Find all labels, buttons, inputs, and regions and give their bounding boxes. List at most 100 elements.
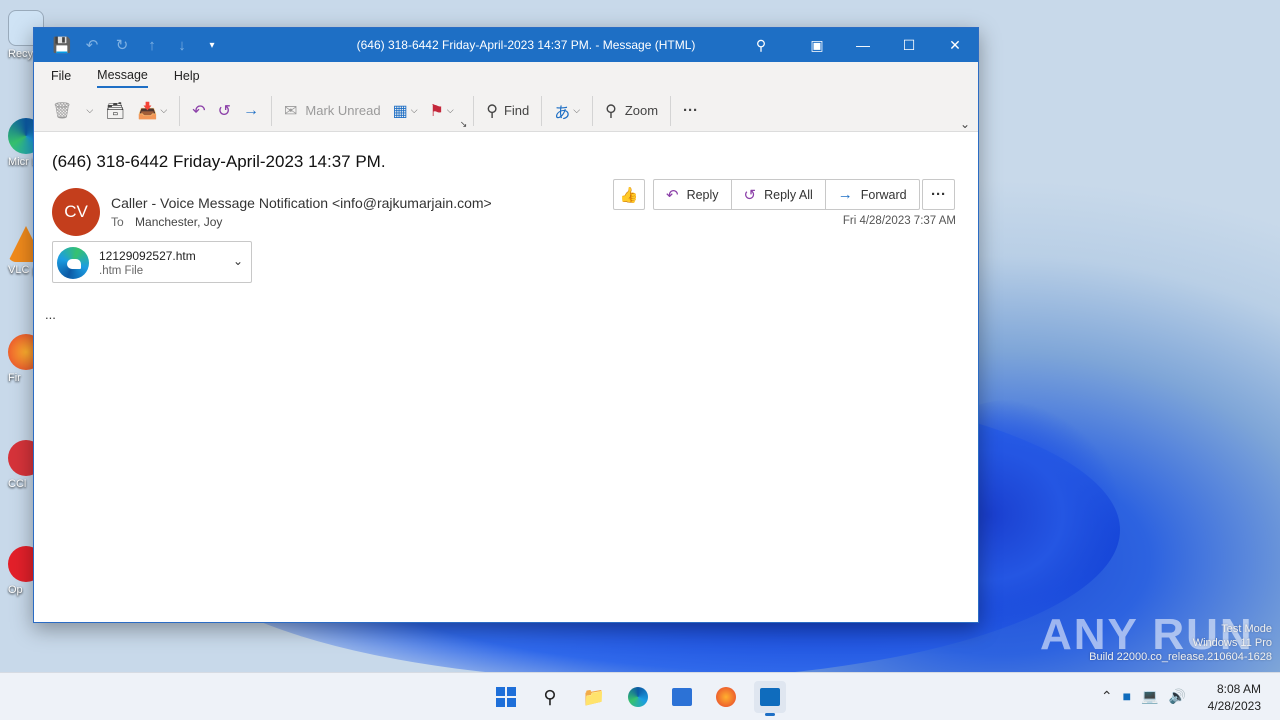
message-body: ...	[45, 307, 56, 322]
reply-all-button[interactable]: ↺ Reply All	[732, 180, 826, 209]
flag-button[interactable]: ⚑ ⌵	[424, 96, 460, 126]
attachment-card[interactable]: 12129092527.htm .htm File ⌄	[52, 241, 252, 283]
divider	[271, 95, 273, 126]
find-button[interactable]: ⚲ Find	[480, 96, 535, 126]
categorize-icon: ▦	[392, 102, 408, 120]
chevron-down-icon[interactable]: ⌵	[86, 105, 93, 116]
like-button[interactable]: 👍	[613, 179, 645, 210]
edge-icon	[628, 687, 648, 707]
archive-icon: 🗃	[105, 102, 126, 120]
taskbar-outlook[interactable]	[754, 681, 786, 716]
avatar[interactable]: CV	[52, 188, 100, 236]
message-date: Fri 4/28/2023 7:37 AM	[842, 215, 956, 227]
clock[interactable]: 8:08 AM 4/28/2023	[1208, 681, 1261, 715]
menu-bar: File Message Help	[34, 62, 978, 90]
chevron-down-icon: ⌵	[410, 105, 418, 115]
mark-unread-label: Mark Unread	[305, 103, 381, 118]
reply-icon: ↶	[192, 102, 206, 120]
forward-icon: →	[243, 101, 260, 119]
to-label: To	[111, 215, 124, 229]
dialog-launcher-icon[interactable]: ↘	[460, 117, 468, 131]
reply-all-icon: ↺	[217, 102, 232, 120]
taskbar-edge[interactable]	[622, 681, 654, 713]
system-tray: ⌃ ■ 💻 🔊	[1101, 688, 1186, 705]
folder-icon: 📁	[582, 686, 606, 707]
taskbar: ⚲ 📁 ⌃ ■ 💻 🔊 8:08 AM 4/28/2023	[0, 672, 1280, 720]
ribbon-reply-all-button[interactable]: ↺	[212, 96, 237, 126]
ribbon-toolbar: 🗑 ⌵ 🗃 📥 ⌵ ↶ ↺ → ✉ Mark Unread ▦ ⌵ ⚑ ⌵ ↘ …	[34, 90, 978, 132]
title-bar: 💾 ↶ ↻ ↑ ↓ ▾ (646) 318-6442 Friday-April-…	[34, 28, 978, 62]
taskbar-store[interactable]	[666, 681, 698, 713]
forward-label: Forward	[860, 187, 907, 202]
volume-icon[interactable]: 🔊	[1169, 688, 1186, 705]
recipient-name[interactable]: Manchester, Joy	[135, 215, 222, 229]
categorize-button[interactable]: ▦ ⌵	[387, 96, 424, 126]
menu-help[interactable]: Help	[174, 65, 200, 87]
ribbon-more-button[interactable]: ···	[677, 96, 704, 126]
reply-button[interactable]: ↶ Reply	[654, 180, 732, 209]
chevron-down-icon: ⌵	[573, 105, 581, 115]
reply-icon: ↶	[666, 186, 679, 204]
restore-ribbon-icon[interactable]: ▣	[794, 28, 840, 62]
move-button[interactable]: 📥 ⌵	[131, 96, 173, 126]
ribbon-reply-button[interactable]: ↶	[186, 96, 211, 126]
start-button[interactable]	[490, 681, 522, 713]
message-window: 💾 ↶ ↻ ↑ ↓ ▾ (646) 318-6442 Friday-April-…	[33, 27, 979, 623]
message-actions: ↶ Reply ↺ Reply All → Forward	[653, 179, 920, 210]
watermark-line: Test Mode	[1221, 623, 1272, 635]
windows-icon	[496, 687, 516, 707]
search-icon: ⚲	[543, 686, 557, 707]
find-label: Find	[503, 103, 530, 118]
sender-name[interactable]: Caller - Voice Message Notification <inf…	[111, 195, 492, 211]
search-icon: ⚲	[486, 102, 498, 120]
chevron-down-icon[interactable]: ⌄	[233, 254, 243, 268]
translate-icon: あ	[554, 104, 571, 122]
move-icon: 📥	[137, 102, 158, 120]
thumbs-up-icon: 👍	[619, 186, 639, 204]
close-button[interactable]: ✕	[932, 28, 978, 62]
reading-pane: (646) 318-6442 Friday-April-2023 14:37 P…	[34, 132, 978, 622]
zoom-icon: ⚲	[605, 102, 617, 120]
network-icon[interactable]: 💻	[1141, 688, 1158, 705]
flag-icon: ⚑	[429, 102, 444, 120]
reply-all-label: Reply All	[764, 187, 813, 202]
taskbar-apps: ⚲ 📁	[490, 681, 786, 716]
zoom-button[interactable]: ⚲ Zoom	[599, 96, 664, 126]
forward-button[interactable]: → Forward	[826, 180, 919, 209]
outlook-tray-icon[interactable]: ■	[1123, 688, 1131, 705]
envelope-icon: ✉	[284, 102, 298, 120]
trash-icon: 🗑	[52, 102, 73, 120]
recipient-line: To Manchester, Joy	[111, 215, 222, 229]
clock-time: 8:08 AM	[1216, 682, 1261, 696]
delete-button[interactable]: 🗑 ⌵	[46, 96, 99, 126]
search-icon[interactable]: ⚲	[738, 28, 784, 62]
ribbon-expand-chevron-icon[interactable]: ⌄	[960, 117, 970, 131]
attachment-type: .htm File	[99, 265, 144, 277]
watermark-line: Build 22000.co_release.210604-1628	[1089, 651, 1272, 663]
translate-button[interactable]: あ ⌵	[548, 96, 586, 126]
chevron-up-icon[interactable]: ⌃	[1101, 688, 1113, 705]
forward-icon: →	[837, 186, 853, 203]
windows-watermark: Test Mode Windows 11 Pro Build 22000.co_…	[1089, 622, 1272, 664]
taskbar-file-explorer[interactable]: 📁	[578, 681, 610, 713]
taskbar-search-button[interactable]: ⚲	[534, 681, 566, 713]
minimize-button[interactable]: —	[840, 28, 886, 62]
maximize-button[interactable]: ☐	[886, 28, 932, 62]
menu-file[interactable]: File	[51, 65, 71, 87]
zoom-label: Zoom	[624, 103, 659, 118]
watermark-line: Windows 11 Pro	[1192, 637, 1272, 649]
taskbar-firefox[interactable]	[710, 681, 742, 713]
reply-all-icon: ↺	[743, 186, 757, 204]
divider	[179, 95, 181, 126]
archive-button[interactable]: 🗃	[99, 96, 131, 126]
edge-icon	[57, 247, 89, 279]
chevron-down-icon: ⌵	[446, 105, 454, 115]
more-actions-button[interactable]: ···	[922, 179, 955, 210]
mark-unread-button[interactable]: ✉ Mark Unread	[278, 96, 387, 126]
divider	[592, 95, 594, 126]
window-controls: ⚲ ▣ — ☐ ✕	[738, 28, 978, 62]
clock-date: 4/28/2023	[1207, 699, 1261, 713]
menu-message[interactable]: Message	[97, 64, 148, 88]
ribbon-forward-button[interactable]: →	[237, 96, 265, 126]
divider	[541, 95, 543, 126]
